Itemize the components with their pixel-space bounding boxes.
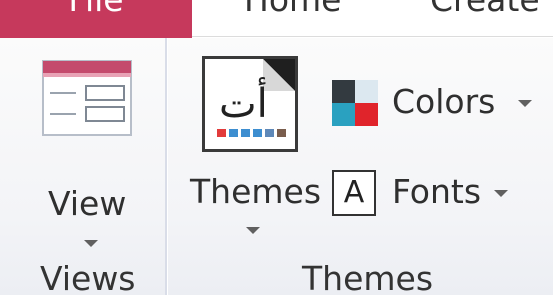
view-button-label: View: [48, 184, 127, 223]
group-label-themes: Themes: [302, 259, 434, 298]
colors-button[interactable]: Colors: [330, 76, 540, 130]
ribbon-tab-strip: File Home Create: [0, 0, 553, 38]
group-label-views: Views: [40, 259, 136, 298]
tab-file-label: File: [0, 0, 192, 20]
chevron-down-icon: [494, 190, 508, 197]
fonts-button[interactable]: A Fonts: [330, 166, 540, 220]
tab-create-label: Create: [430, 0, 540, 20]
ribbon-panel: View Views أت Themes Colors A Fonts Them…: [0, 38, 553, 298]
group-separator-highlight: [167, 38, 168, 295]
themes-gallery-icon: أت: [217, 59, 295, 137]
themes-icon-frame: أت: [202, 56, 298, 152]
svg-text:أت: أت: [219, 77, 268, 127]
color-swatch-icon: [332, 80, 378, 126]
view-layout-icon: [42, 60, 132, 136]
view-button[interactable]: View: [20, 58, 150, 273]
themes-button-label: Themes: [190, 172, 322, 211]
tab-create[interactable]: Create: [430, 0, 540, 38]
tab-divider: [192, 36, 553, 37]
font-a-icon: A: [332, 170, 376, 216]
fonts-button-label: Fonts: [392, 172, 482, 211]
themes-button[interactable]: أت Themes: [190, 50, 321, 250]
chevron-down-icon: [84, 240, 98, 247]
tab-home[interactable]: Home: [244, 0, 341, 38]
chevron-down-icon: [246, 227, 260, 234]
tab-home-label: Home: [244, 0, 341, 20]
chevron-down-icon: [518, 100, 532, 107]
colors-button-label: Colors: [392, 82, 496, 121]
tab-file[interactable]: File: [0, 0, 192, 38]
